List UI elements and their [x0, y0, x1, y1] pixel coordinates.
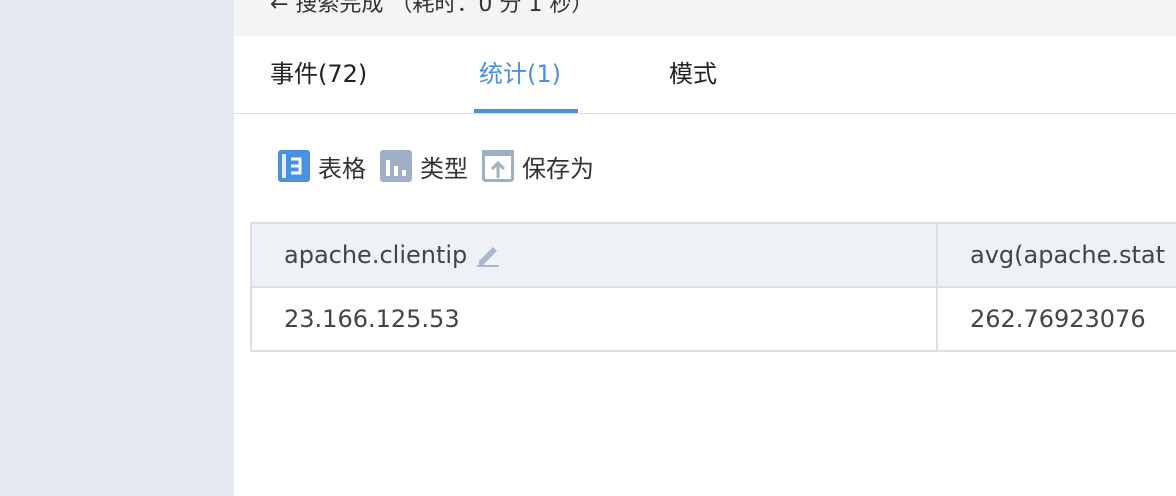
main-panel: ← 搜索完成 （耗时：0 分 1 秒） 事件(72) 统计(1) 模式 表格 类… — [234, 0, 1176, 496]
stats-table: apache.clientip avg(apache.stat 23.166.1… — [250, 222, 1176, 352]
column-divider — [936, 288, 938, 350]
chart-type-button[interactable]: 类型 — [380, 149, 468, 184]
save-as-button[interactable]: 保存为 — [482, 149, 594, 184]
column-header-label: apache.clientip — [284, 241, 468, 269]
table-view-button[interactable]: 表格 — [278, 149, 366, 184]
chart-type-label: 类型 — [420, 154, 468, 183]
tab-patterns[interactable]: 模式 — [669, 36, 717, 113]
save-upload-icon — [482, 150, 514, 182]
pencil-edit-icon[interactable] — [475, 241, 501, 267]
column-divider[interactable] — [936, 224, 938, 286]
left-sidebar — [0, 0, 234, 496]
cell-clientip: 23.166.125.53 — [284, 305, 460, 333]
column-header-avg-status[interactable]: avg(apache.stat — [970, 224, 1176, 286]
active-tab-indicator — [474, 109, 578, 113]
tab-statistics[interactable]: 统计(1) — [479, 36, 561, 113]
table-header-row: apache.clientip avg(apache.stat — [250, 222, 1176, 288]
search-status-bar: ← 搜索完成 （耗时：0 分 1 秒） — [234, 0, 1176, 36]
search-status-text: ← 搜索完成 （耗时：0 分 1 秒） — [270, 0, 594, 17]
bar-chart-icon — [380, 150, 412, 182]
result-tabs: 事件(72) 统计(1) 模式 — [234, 36, 1176, 114]
column-header-clientip[interactable]: apache.clientip — [284, 224, 924, 286]
table-view-label: 表格 — [318, 154, 366, 183]
table-icon — [278, 150, 310, 182]
stats-toolbar: 表格 类型 保存为 — [278, 145, 608, 187]
table-row: 23.166.125.53 262.76923076 — [250, 288, 1176, 352]
tab-events[interactable]: 事件(72) — [270, 36, 367, 113]
cell-avg-status: 262.76923076 — [970, 305, 1146, 333]
save-as-label: 保存为 — [522, 154, 594, 183]
